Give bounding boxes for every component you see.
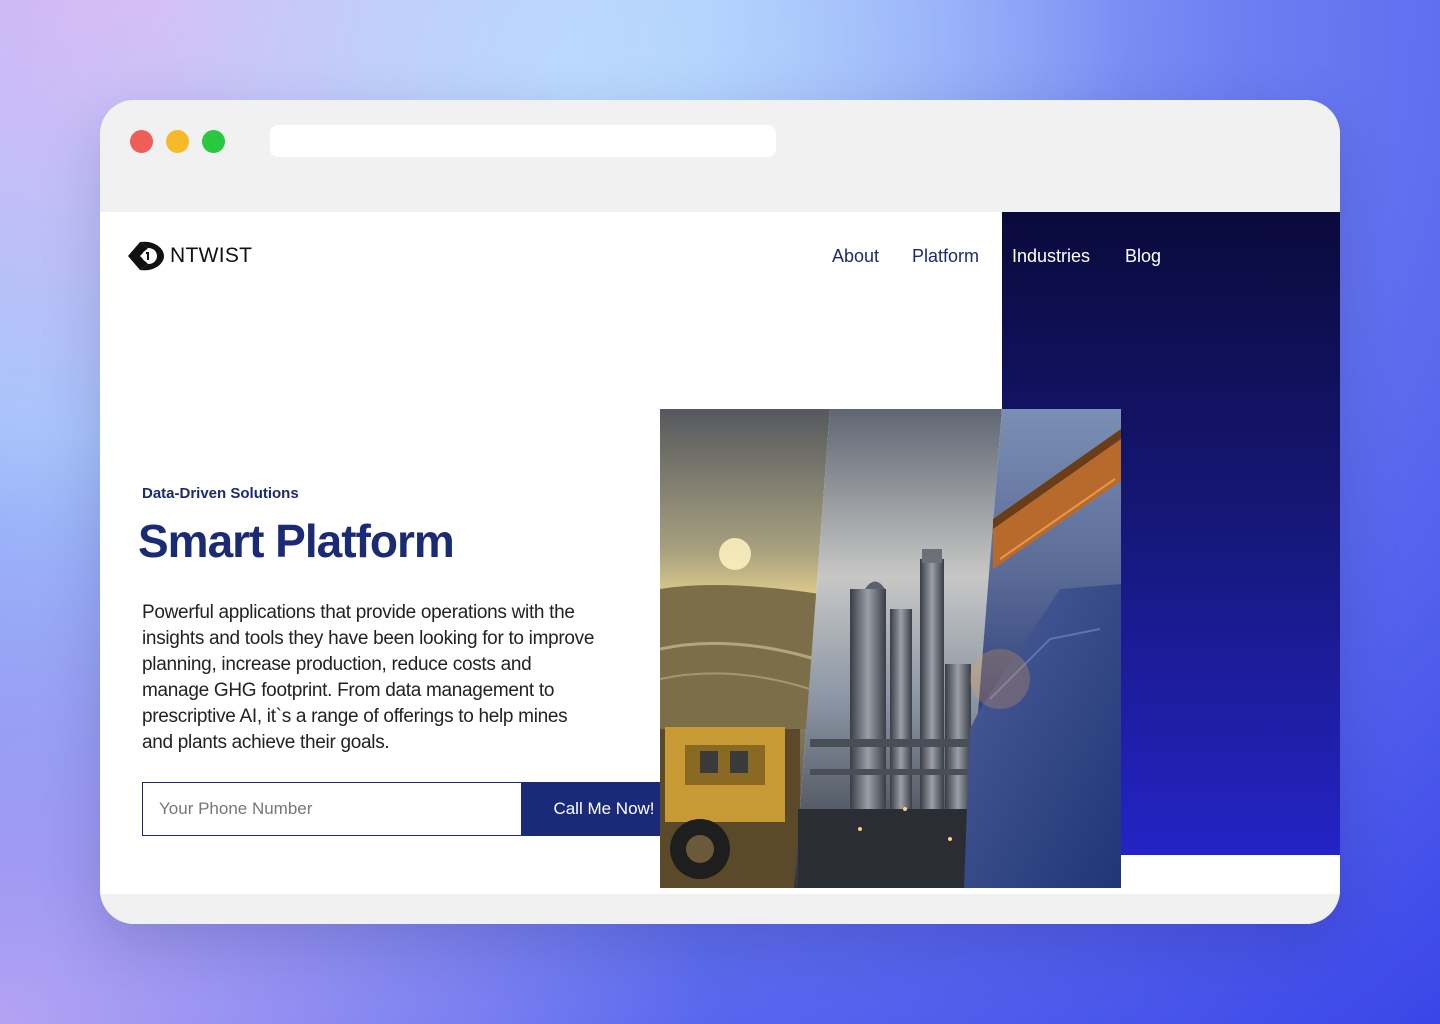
hero-eyebrow: Data-Driven Solutions — [142, 485, 299, 502]
browser-window: NTWIST About Platform Industries Blog Da… — [100, 100, 1340, 924]
nav-link-blog[interactable]: Blog — [1125, 246, 1161, 267]
main-nav: About Platform Industries Blog — [100, 246, 1340, 270]
browser-bottom-bar — [100, 894, 1340, 924]
nav-link-platform[interactable]: Platform — [912, 246, 979, 267]
web-page: NTWIST About Platform Industries Blog Da… — [100, 212, 1340, 894]
industry-image-collage — [660, 409, 1121, 888]
close-window-button[interactable] — [130, 130, 153, 153]
address-bar[interactable] — [270, 125, 776, 157]
hero-title: Smart Platform — [138, 515, 455, 567]
browser-toolbar — [100, 100, 1340, 212]
maximize-window-button[interactable] — [202, 130, 225, 153]
nav-link-about[interactable]: About — [832, 246, 879, 267]
hero-description: Powerful applications that provide opera… — [142, 602, 595, 753]
nav-link-industries[interactable]: Industries — [1012, 246, 1090, 267]
phone-number-input[interactable] — [142, 782, 521, 836]
minimize-window-button[interactable] — [166, 130, 189, 153]
